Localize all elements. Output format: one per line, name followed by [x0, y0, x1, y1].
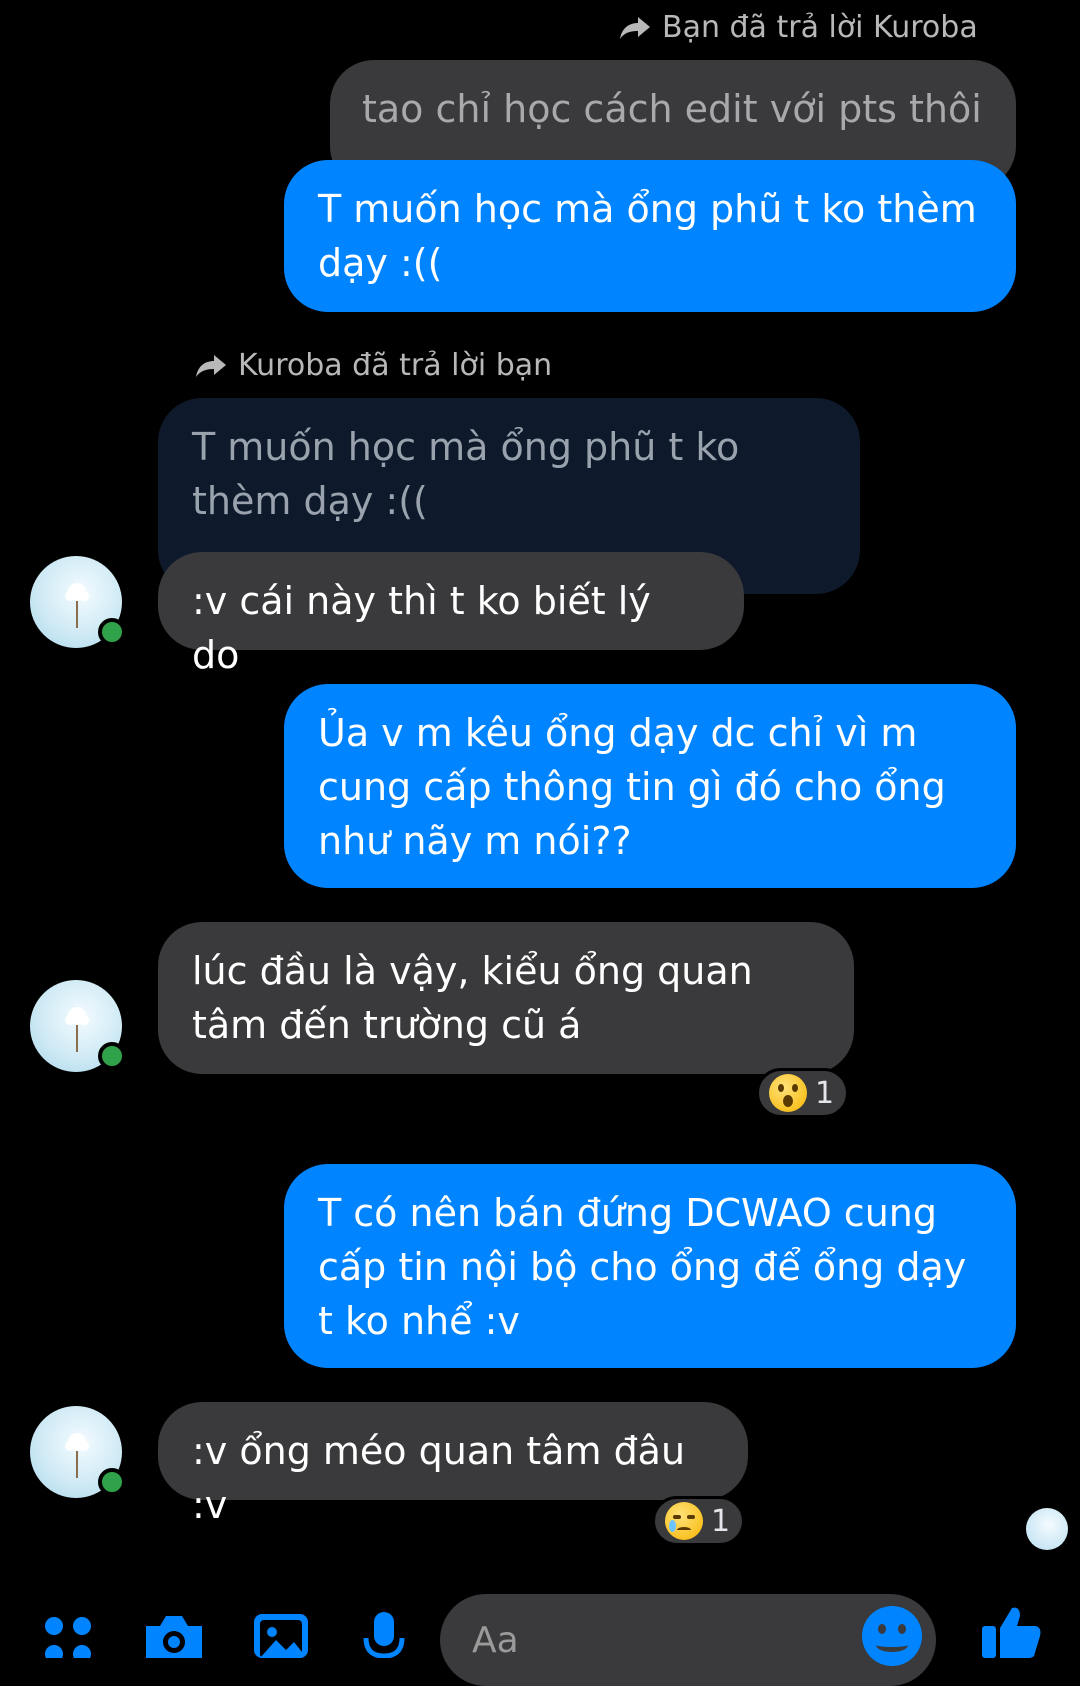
online-status-dot [98, 1042, 126, 1070]
received-message-bubble[interactable]: :v cái này thì t ko biết lý do [158, 552, 744, 677]
flower-icon [65, 1007, 89, 1052]
message-text: Ủa v m kêu ổng dạy dc chỉ vì m cung cấp … [318, 711, 946, 863]
thumbs-up-icon[interactable] [980, 1604, 1042, 1658]
quoted-message-text: T muốn học mà ổng phũ t ko thèm dạy :(( [192, 425, 740, 523]
menu-grid-icon[interactable] [44, 1614, 94, 1663]
received-message-bubble[interactable]: lúc đầu là vậy, kiểu ổng quan tâm đến tr… [158, 922, 854, 1074]
reaction-count: 1 [815, 1075, 835, 1111]
sent-message-bubble[interactable]: T có nên bán đứng DCWAO cung cấp tin nội… [284, 1164, 1016, 1368]
contact-avatar[interactable] [30, 556, 126, 648]
message-input-placeholder[interactable]: Aa [472, 1620, 519, 1661]
quoted-message-text: tao chỉ học cách edit với pts thôi [362, 87, 982, 131]
reaction-count: 1 [711, 1503, 731, 1539]
message-text: lúc đầu là vậy, kiểu ổng quan tâm đến tr… [192, 949, 753, 1047]
reply-label-kuroba: Kuroba đã trả lời bạn [194, 348, 552, 383]
reply-label-text: Kuroba đã trả lời bạn [238, 348, 553, 383]
sent-message-bubble[interactable]: Ủa v m kêu ổng dạy dc chỉ vì m cung cấp … [284, 684, 1016, 888]
sent-message-bubble[interactable]: T muốn học mà ổng phũ t ko thèm dạy :(( [284, 160, 1016, 312]
message-reaction[interactable]: 1 [652, 1496, 746, 1546]
crying-face-icon [665, 1502, 703, 1540]
camera-icon[interactable] [142, 1612, 206, 1658]
message-text: :v ổng méo quan tâm đâu :v [192, 1429, 686, 1527]
reply-arrow-icon [196, 354, 226, 377]
message-reaction[interactable]: 1 [756, 1068, 850, 1118]
message-text: T có nên bán đứng DCWAO cung cấp tin nội… [318, 1191, 967, 1343]
seen-avatar [1026, 1508, 1068, 1550]
online-status-dot [98, 618, 126, 646]
message-text: :v cái này thì t ko biết lý do [192, 579, 651, 677]
contact-avatar[interactable] [30, 980, 126, 1072]
flower-icon [65, 583, 89, 628]
reply-arrow-icon [620, 16, 650, 39]
online-status-dot [98, 1468, 126, 1496]
contact-avatar[interactable] [30, 1406, 126, 1498]
message-text: T muốn học mà ổng phũ t ko thèm dạy :(( [318, 187, 977, 285]
emoji-icon[interactable] [862, 1606, 922, 1666]
reply-label-you: Bạn đã trả lời Kuroba [618, 10, 978, 45]
message-composer[interactable]: Aa [440, 1594, 936, 1686]
image-gallery-icon[interactable] [252, 1612, 310, 1658]
flower-icon [65, 1433, 89, 1478]
received-message-bubble[interactable]: :v ổng méo quan tâm đâu :v [158, 1402, 748, 1527]
surprised-face-icon [769, 1074, 807, 1112]
microphone-icon[interactable] [362, 1610, 406, 1659]
reply-label-text: Bạn đã trả lời Kuroba [662, 10, 978, 45]
